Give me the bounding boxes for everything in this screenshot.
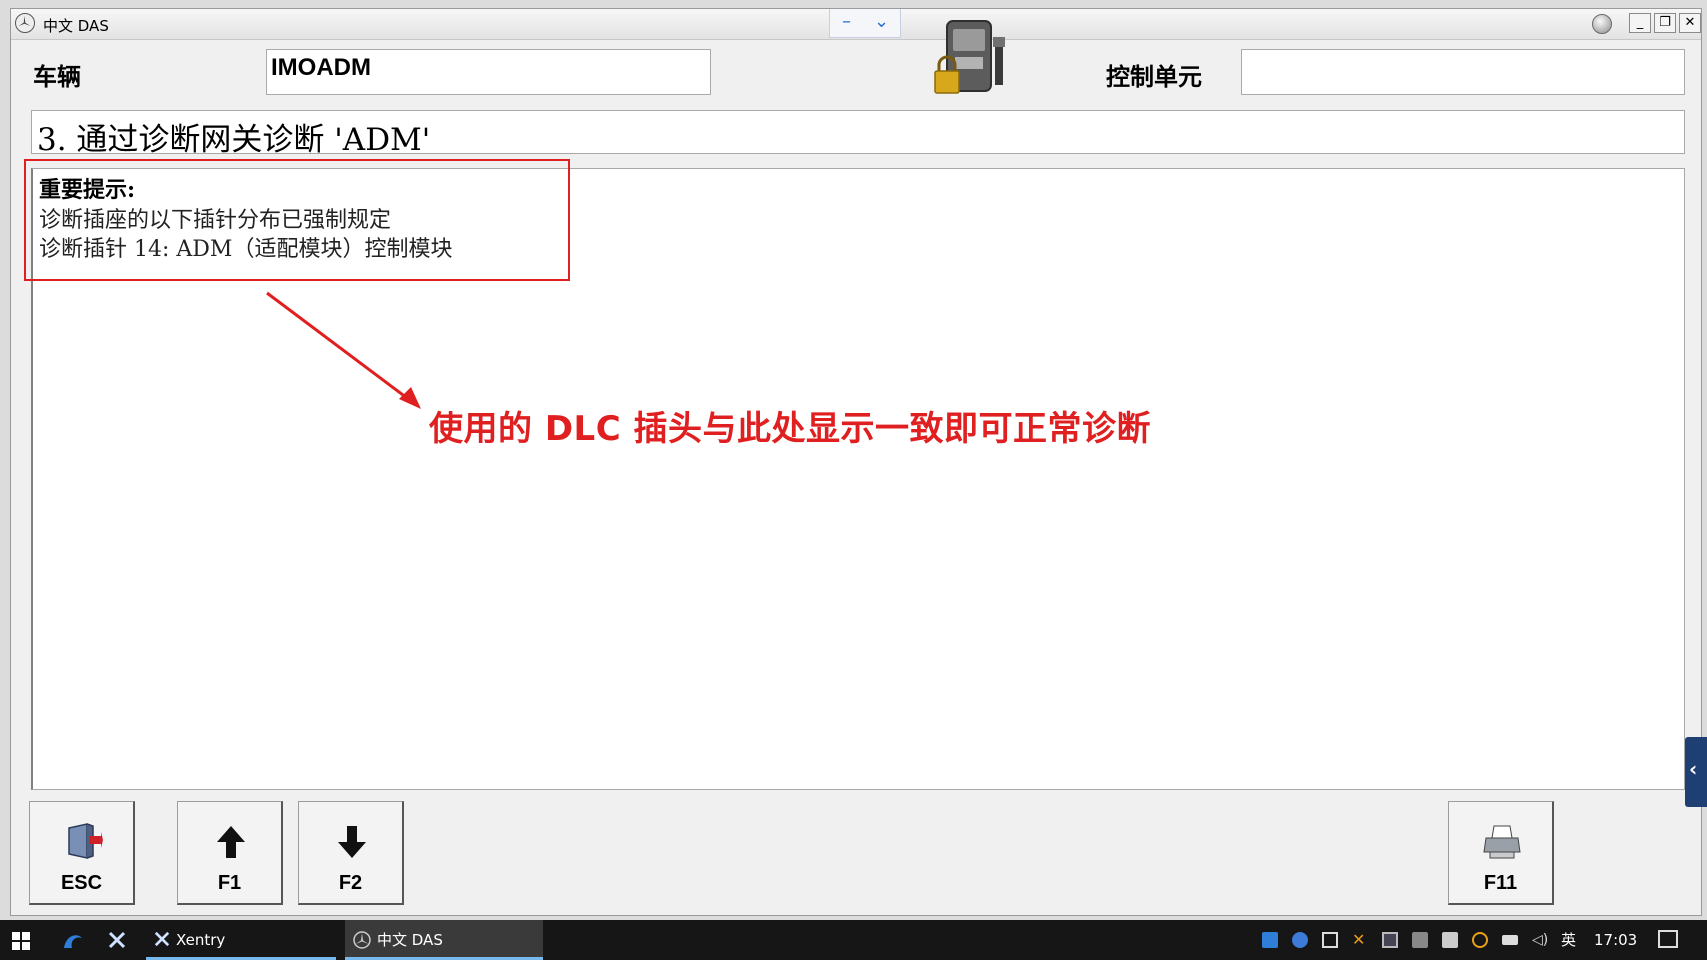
mercedes-star-icon [353,931,371,949]
arrow-down-icon [338,826,366,858]
search-tray-icon[interactable] [1472,932,1488,948]
remote-expand-icon[interactable]: ⌄ [874,11,889,32]
volume-icon[interactable]: ◁) [1532,932,1548,948]
arrow-up-icon [217,826,245,858]
remote-session-tab: – ⌄ [829,9,901,38]
taskbar-das[interactable]: 中文 DAS [345,920,543,960]
control-unit-label: 控制单元 [1106,62,1202,91]
notification-icon[interactable] [1658,930,1678,948]
taskbar-das-label: 中文 DAS [377,931,443,949]
taskbar-xentry-label: Xentry [176,931,226,949]
taskbar: Xentry 中文 DAS ✕ ◁) 英 17:03 [0,920,1707,960]
clock[interactable]: 17:03 [1594,920,1637,960]
note-title: 重要提示: [39,177,136,203]
window-title: 中文 DAS [43,17,109,35]
minimize-button[interactable]: _ [1629,13,1651,33]
bluetooth-icon[interactable] [1292,932,1308,948]
xentry-pinned-icon[interactable] [108,931,126,949]
globe-icon[interactable] [1592,14,1612,34]
f11-button-label: F11 [1483,872,1518,894]
f1-button[interactable]: F1 [177,801,283,905]
annotation-arrow-icon [266,291,421,409]
mercedes-star-icon [15,13,35,33]
windows-start-icon[interactable] [12,932,30,950]
f2-button-label: F2 [338,872,363,894]
remote-minimize-icon[interactable]: – [842,11,851,32]
network-icon[interactable] [1322,932,1338,948]
xentry-icon [154,931,170,947]
display-icon[interactable] [1382,932,1398,948]
vehicle-field[interactable]: IMOADM [266,49,711,95]
battery-icon[interactable] [1502,935,1518,945]
close-button[interactable]: ✕ [1679,13,1701,33]
step-title: 3. 通过诊断网关诊断 'ADM' [31,110,1685,158]
note-line-2: 诊断插针 14: ADM（适配模块）控制模块 [39,237,453,262]
esc-button-label: ESC [60,872,103,894]
exit-door-icon [68,823,103,859]
side-panel-tab[interactable]: ‹ [1685,737,1707,807]
taskbar-xentry[interactable]: Xentry [146,920,336,960]
edge-browser-icon[interactable] [62,930,84,952]
locked-interface-icon [933,15,1017,99]
chevron-left-icon: ‹ [1689,757,1698,781]
security-icon[interactable] [1442,932,1458,948]
annotation-text: 使用的 DLC 插头与此处显示一致即可正常诊断 [429,409,1152,449]
control-unit-field[interactable] [1241,49,1685,95]
esc-button[interactable]: ESC [29,801,135,905]
vehicle-label: 车辆 [33,62,81,91]
sync-icon[interactable]: ✕ [1352,932,1368,948]
ime-indicator[interactable]: 英 [1561,920,1576,960]
das-window: 中文 DAS _ ❐ ✕ – ⌄ 车辆 IMOADM 控制单元 3. 通过诊断网… [10,8,1702,916]
f2-button[interactable]: F2 [298,801,404,905]
f1-button-label: F1 [217,872,242,894]
note-line-1: 诊断插座的以下插针分布已强制规定 [39,208,392,233]
f11-button[interactable]: F11 [1448,801,1554,905]
pen-tray-icon[interactable] [1262,932,1278,948]
restore-button[interactable]: ❐ [1654,13,1676,33]
usb-icon[interactable] [1412,932,1428,948]
printer-icon [1483,825,1521,859]
